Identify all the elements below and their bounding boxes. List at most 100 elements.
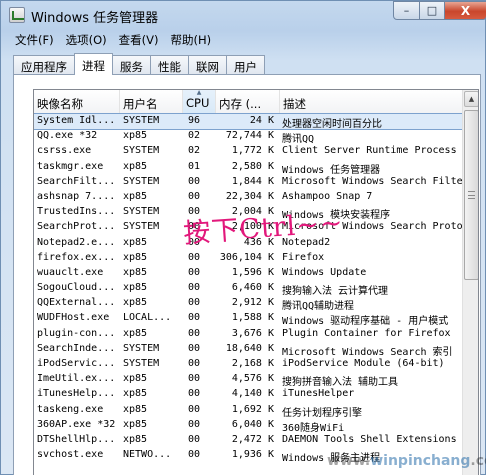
process-description-cell: Firefox — [282, 251, 325, 263]
process-row[interactable]: plugin-con... xp85 00 3,676 K Plugin Contain… — [34, 327, 462, 342]
process-name-cell: svchost.exe — [37, 449, 104, 461]
process-memory-cell: 24 K — [249, 115, 274, 126]
column-header-image-name[interactable]: 映像名称 — [34, 90, 120, 114]
process-description-cell: Microsoft Windows Search Filter — [282, 175, 462, 187]
process-row[interactable]: SearchInde... SYSTEM 00 18,640 K Microsoft W… — [34, 342, 462, 358]
menu-help[interactable]: 帮助(H) — [164, 29, 217, 49]
process-description-cell: Ashampoo Snap 7 — [282, 190, 373, 202]
process-user-cell: xp85 — [123, 418, 148, 430]
process-cpu-cell: 00 — [188, 342, 201, 354]
task-manager-window: Windows 任务管理器 – □ X 文件(F) 选项(O) 查看(V) 帮助… — [0, 0, 486, 475]
tab-processes[interactable]: 进程 — [74, 53, 113, 75]
process-cpu-cell: 00 — [188, 388, 201, 400]
process-memory-cell: 72,744 K — [225, 130, 274, 142]
process-row[interactable]: taskeng.exe xp85 00 1,692 K 任务计划程序引擎 — [34, 403, 462, 419]
process-row[interactable]: iTunesHelp... xp85 00 4,140 K iTunesHelper — [34, 387, 462, 402]
close-button[interactable]: X — [444, 1, 486, 20]
process-row[interactable]: QQ.exe *32 xp85 02 72,744 K 腾讯QQ — [34, 129, 462, 146]
process-row[interactable]: csrss.exe SYSTEM 02 1,772 K Client Server Ru… — [34, 144, 462, 159]
process-description-cell: 搜狗输入法 云计算代理 — [282, 286, 389, 298]
process-row[interactable]: SearchFilt... SYSTEM 00 1,844 K Microsoft Wi… — [34, 175, 462, 190]
process-user-cell: SYSTEM — [123, 145, 160, 157]
process-user-cell: xp85 — [123, 160, 148, 172]
process-description-cell: 腾讯QQ — [282, 134, 315, 146]
process-cpu-cell: 00 — [188, 282, 201, 294]
watermark-brand: winpinchang — [370, 453, 471, 469]
process-name-cell: SogouCloud... — [37, 282, 116, 294]
process-memory-cell: 2,168 K — [231, 358, 274, 369]
process-user-cell: SYSTEM — [123, 115, 160, 126]
scrollbar-thumb[interactable] — [464, 110, 478, 280]
process-row[interactable]: DTShellHlp... xp85 00 2,472 K DAEMON Tools S… — [34, 433, 462, 448]
tab-users[interactable]: 用户 — [226, 55, 265, 75]
column-header-cpu[interactable]: ▲ CPU — [183, 90, 216, 114]
column-header-cpu-label: CPU — [186, 96, 210, 110]
column-header-description[interactable]: 描述 — [280, 90, 462, 114]
process-row[interactable]: iPodServic... SYSTEM 00 2,168 K iPodService … — [34, 357, 462, 372]
process-name-cell: ImeUtil.ex... — [37, 373, 116, 385]
process-description-cell: DAEMON Tools Shell Extensions — [282, 433, 457, 445]
process-name-cell: SearchInde... — [37, 342, 116, 354]
process-memory-cell: 1,692 K — [231, 403, 274, 415]
process-memory-cell: 306,104 K — [219, 251, 274, 263]
process-row[interactable]: wuauclt.exe xp85 00 1,596 K Windows Update — [34, 266, 462, 281]
process-user-cell: xp85 — [123, 327, 148, 339]
process-row[interactable]: QQExternal... xp85 00 2,912 K 腾讯QQ辅助进程 — [34, 296, 462, 312]
process-user-cell: xp85 — [123, 130, 148, 142]
process-description-cell: 任务计划程序引擎 — [282, 407, 362, 419]
process-cpu-cell: 00 — [188, 403, 201, 415]
process-user-cell: xp85 — [123, 403, 148, 415]
process-description-cell: Windows 任务管理器 — [282, 164, 381, 176]
tab-applications[interactable]: 应用程序 — [13, 55, 75, 75]
process-cpu-cell: 01 — [188, 160, 201, 172]
process-name-cell: wuauclt.exe — [37, 266, 104, 278]
column-header-row: 映像名称 用户名 ▲ CPU 内存 (... 描述 — [34, 90, 462, 114]
process-row[interactable]: ImeUtil.ex... xp85 00 4,576 K 搜狗拼音输入法 辅助工具 — [34, 372, 462, 388]
tab-services[interactable]: 服务 — [112, 55, 151, 75]
process-memory-cell: 18,640 K — [225, 342, 274, 354]
sort-arrow-icon: ▲ — [196, 89, 202, 96]
maximize-button[interactable]: □ — [419, 1, 445, 20]
tab-networking[interactable]: 联网 — [188, 55, 227, 75]
process-description-cell: iPodService Module (64-bit) — [282, 358, 445, 369]
process-cpu-cell: 00 — [188, 373, 201, 385]
column-header-user-name[interactable]: 用户名 — [120, 90, 183, 114]
process-user-cell: LOCAL... — [123, 312, 172, 324]
process-name-cell: iPodServic... — [37, 358, 116, 369]
menu-options[interactable]: 选项(O) — [60, 29, 113, 49]
grip-icon — [468, 191, 475, 199]
column-header-memory[interactable]: 内存 (... — [216, 90, 280, 114]
minimize-button[interactable]: – — [393, 1, 420, 20]
vertical-scrollbar[interactable]: ▲ — [462, 90, 478, 475]
process-row[interactable]: ashsnap 7.... xp85 00 22,304 K Ashampoo Snap… — [34, 190, 462, 205]
process-description-cell: Windows Update — [282, 266, 367, 278]
process-row[interactable]: 360AP.exe *32 xp85 00 6,040 K 360随身WiFi — [34, 418, 462, 434]
process-row[interactable]: firefox.ex... xp85 00 306,104 K Firefox — [34, 251, 462, 266]
process-name-cell: TrustedIns... — [37, 206, 116, 218]
process-memory-cell: 6,040 K — [231, 418, 274, 430]
process-row[interactable]: WUDFHost.exe LOCAL... 00 1,588 K Windows 驱动程… — [34, 311, 462, 327]
scroll-up-arrow-icon[interactable]: ▲ — [464, 91, 478, 107]
process-memory-cell: 1,772 K — [231, 145, 274, 157]
process-user-cell: xp85 — [123, 297, 148, 309]
process-row[interactable]: System Idl... SYSTEM 96 24 K 处理器空闲时间百分比 — [34, 112, 463, 131]
menu-file[interactable]: 文件(F) — [9, 29, 60, 49]
process-user-cell: xp85 — [123, 266, 148, 278]
tab-performance[interactable]: 性能 — [150, 55, 189, 75]
process-user-cell: xp85 — [123, 282, 148, 294]
process-cpu-cell: 00 — [188, 175, 201, 187]
menu-view[interactable]: 查看(V) — [113, 29, 165, 49]
process-cpu-cell: 00 — [188, 190, 201, 202]
process-name-cell: plugin-con... — [37, 327, 116, 339]
process-description-cell: Client Server Runtime Process — [282, 145, 457, 157]
process-name-cell: csrss.exe — [37, 145, 92, 157]
process-row[interactable]: SogouCloud... xp85 00 6,460 K 搜狗输入法 云计算代理 — [34, 281, 462, 298]
process-name-cell: ashsnap 7.... — [37, 190, 116, 202]
menu-bar: 文件(F) 选项(O) 查看(V) 帮助(H) — [9, 29, 479, 49]
process-memory-cell: 22,304 K — [225, 190, 274, 202]
process-memory-cell: 4,576 K — [231, 373, 274, 385]
process-row[interactable]: taskmgr.exe xp85 01 2,580 K Windows 任务管理器 — [34, 160, 462, 176]
process-cpu-cell: 00 — [188, 266, 201, 278]
process-cpu-cell: 00 — [188, 418, 201, 430]
process-memory-cell: 4,140 K — [231, 388, 274, 400]
